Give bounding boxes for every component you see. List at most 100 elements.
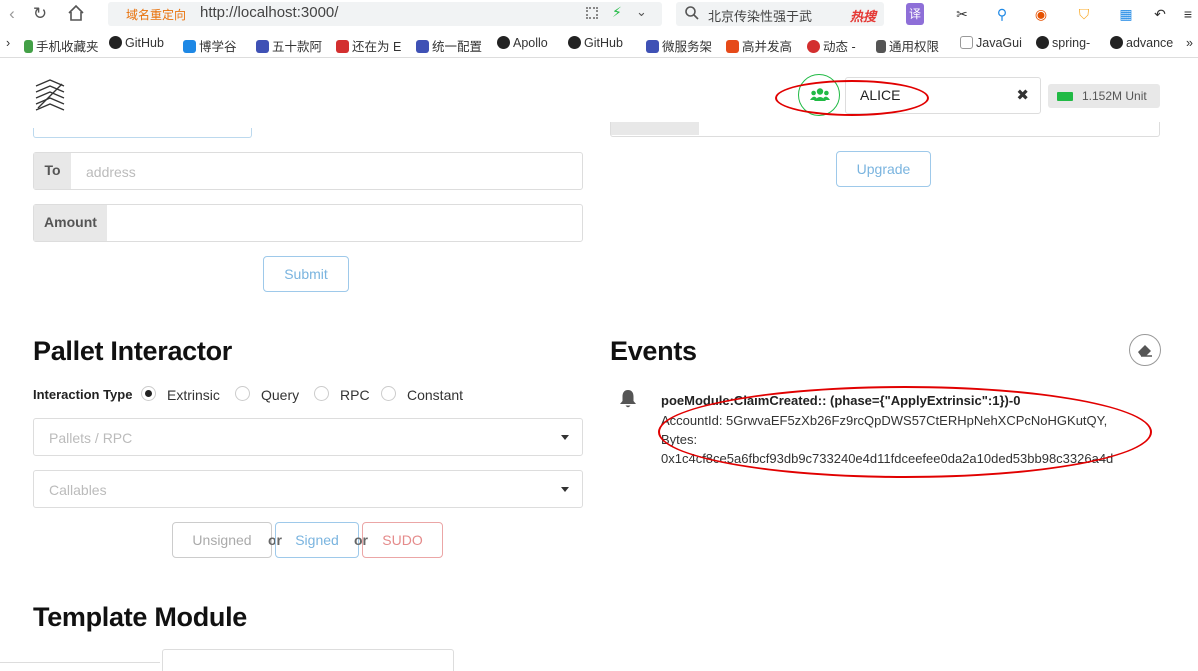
magnifier-icon[interactable]: ⚲	[992, 3, 1012, 25]
callables-placeholder: Callables	[49, 482, 107, 498]
bookmark-icon	[646, 40, 659, 53]
browser-chrome: ‹ ↻ 域名重定向 http://localhost:3000/ ⚡ ⌄ 北京传…	[0, 0, 1198, 58]
undo-icon[interactable]: ↶	[1150, 3, 1170, 25]
bookmark-item[interactable]: advance	[1110, 36, 1173, 50]
search-input[interactable]: 北京传染性强于武	[708, 6, 818, 25]
events-title: Events	[610, 336, 697, 366]
radio-constant[interactable]	[381, 386, 396, 401]
github-icon	[568, 36, 581, 49]
event-account-id: AccountId: 5GrwvaEF5zXb26Fz9rcQpDWS57CtE…	[661, 413, 1108, 428]
signed-button[interactable]: Signed	[275, 522, 359, 558]
eraser-icon[interactable]	[1129, 334, 1161, 366]
address-bar[interactable]: 域名重定向 http://localhost:3000/ ⚡ ⌄	[108, 2, 662, 26]
hot-search-badge[interactable]: 热搜	[850, 6, 876, 25]
radio-extrinsic-label[interactable]: Extrinsic	[167, 387, 220, 403]
to-address-field[interactable]: To address	[33, 152, 583, 190]
file-icon	[960, 36, 973, 49]
close-icon[interactable]: ✖	[1016, 86, 1029, 104]
template-module-input[interactable]	[162, 649, 454, 671]
balance-badge: 1.152M Unit	[1048, 84, 1160, 108]
radio-query[interactable]	[235, 386, 250, 401]
pallet-interactor-title: Pallet Interactor	[33, 336, 232, 366]
back-icon[interactable]: ‹	[0, 4, 24, 24]
menu-icon[interactable]: ≡	[1180, 3, 1196, 25]
upgrade-button[interactable]: Upgrade	[836, 151, 931, 187]
apps-icon[interactable]: ▦	[1116, 3, 1136, 25]
bookmark-icon	[726, 40, 739, 53]
github-icon	[497, 36, 510, 49]
url-redirect-label: 域名重定向	[126, 8, 187, 22]
caret-down-icon	[561, 487, 569, 492]
bookmarks-more-icon[interactable]: »	[1186, 36, 1193, 50]
callables-dropdown[interactable]: Callables	[33, 470, 583, 508]
lightning-icon[interactable]: ⚡	[612, 4, 622, 21]
money-icon	[1057, 92, 1073, 101]
url-text[interactable]: http://localhost:3000/	[200, 4, 338, 21]
upgrade-input-edge	[610, 122, 1160, 137]
bookmark-item[interactable]: 动态 -	[807, 36, 856, 55]
bookmark-item[interactable]: 微服务架	[646, 36, 712, 55]
event-bytes-label: Bytes:	[661, 432, 698, 447]
pallets-placeholder: Pallets / RPC	[49, 430, 133, 446]
account-selector[interactable]: ALICE ✖	[845, 77, 1041, 114]
scissors-icon[interactable]: ✂	[952, 3, 972, 25]
event-bytes-value: 0x1c4cf8ce5a6fbcf93db9c733240e4d11fdceef…	[661, 451, 1114, 466]
bookmark-item[interactable]: 博学谷	[183, 36, 237, 55]
amount-label: Amount	[34, 205, 107, 241]
chevron-down-icon[interactable]: ⌄	[636, 4, 647, 20]
upgrade-input-label	[611, 122, 699, 135]
caret-down-icon	[561, 435, 569, 440]
radio-rpc-label[interactable]: RPC	[340, 387, 370, 403]
bookmark-item[interactable]: spring-	[1036, 36, 1090, 50]
radio-query-label[interactable]: Query	[261, 387, 299, 403]
bookmark-item[interactable]: JavaGui	[960, 36, 1022, 50]
account-name: ALICE	[860, 87, 901, 103]
search-icon	[684, 5, 700, 26]
bookmark-icon	[807, 40, 820, 53]
unsigned-button[interactable]: Unsigned	[172, 522, 272, 558]
bookmark-item[interactable]: 手机收藏夹	[24, 36, 99, 55]
shield-icon[interactable]: ⛉	[1074, 3, 1094, 25]
bookmark-item[interactable]: Apollo	[497, 36, 548, 50]
bookmark-icon	[183, 40, 196, 53]
bookmark-item[interactable]: 高并发高	[726, 36, 792, 55]
submit-button[interactable]: Submit	[263, 256, 349, 292]
bell-icon	[619, 389, 637, 414]
bookmarks-bar: › 手机收藏夹 GitHub 博学谷 五十款阿 还在为 E 统一配置 Apoll…	[0, 33, 1198, 55]
users-icon	[810, 87, 830, 108]
bookmark-icon	[876, 40, 886, 53]
reload-icon[interactable]: ↻	[28, 4, 52, 24]
radio-rpc[interactable]	[314, 386, 329, 401]
home-icon[interactable]	[64, 4, 88, 24]
bookmark-item[interactable]: GitHub	[109, 36, 164, 50]
previous-input-edge	[33, 128, 252, 138]
to-label: To	[34, 153, 71, 189]
amount-field[interactable]: Amount	[33, 204, 583, 242]
github-icon	[1110, 36, 1123, 49]
bookmark-item[interactable]: 还在为 E	[336, 36, 401, 55]
balance-value: 1.152M Unit	[1082, 89, 1147, 103]
account-icon-button[interactable]	[798, 74, 840, 116]
bookmark-item[interactable]: 五十款阿	[256, 36, 322, 55]
radio-extrinsic[interactable]	[141, 386, 156, 401]
bookmark-icon	[256, 40, 269, 53]
template-module-title: Template Module	[33, 602, 248, 632]
bookmarks-arrow-icon[interactable]: ›	[6, 36, 10, 50]
bookmark-icon	[416, 40, 429, 53]
phone-icon	[24, 40, 33, 53]
qr-code-icon[interactable]	[586, 7, 598, 19]
gamepad-icon[interactable]: ◉	[1030, 3, 1052, 25]
interaction-type-label: Interaction Type	[33, 387, 133, 402]
radio-constant-label[interactable]: Constant	[407, 387, 463, 403]
bookmark-item[interactable]: 通用权限	[876, 36, 939, 55]
to-address-placeholder: address	[86, 164, 136, 180]
sudo-button[interactable]: SUDO	[362, 522, 443, 558]
github-icon	[109, 36, 122, 49]
pallets-dropdown[interactable]: Pallets / RPC	[33, 418, 583, 456]
search-bar[interactable]: 北京传染性强于武 热搜	[676, 2, 884, 26]
bookmark-item[interactable]: GitHub	[568, 36, 623, 50]
translate-icon[interactable]: 译	[906, 3, 924, 25]
substrate-logo	[32, 78, 68, 114]
event-title: poeModule:ClaimCreated:: (phase={"ApplyE…	[661, 393, 1021, 408]
bookmark-item[interactable]: 统一配置	[416, 36, 482, 55]
